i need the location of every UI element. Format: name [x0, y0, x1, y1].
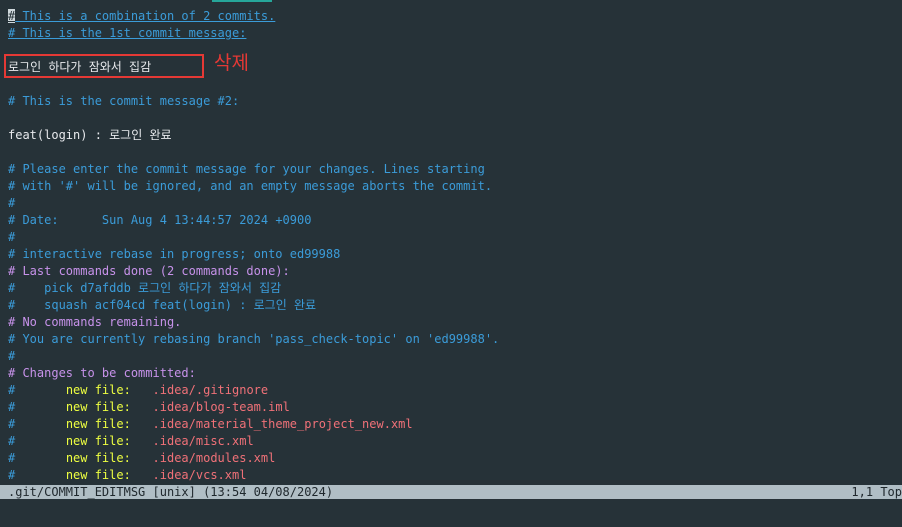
changed-file-line: # new file: .idea/misc.xml	[8, 434, 254, 448]
editor-line: # pick d7afddb 로그인 하다가 잠와서 집감	[8, 281, 282, 295]
editor-line: # No commands remaining.	[8, 315, 182, 329]
editor-line: # You are currently rebasing branch 'pas…	[8, 332, 500, 346]
editor-line: # Changes to be committed:	[8, 366, 196, 380]
editor-line: # This is the 1st commit message:	[8, 26, 247, 40]
editor-line: #	[8, 349, 16, 363]
editor-line: # interactive rebase in progress; onto e…	[8, 247, 341, 261]
editor-line: # squash acf04cd feat(login) : 로그인 완료	[8, 298, 317, 312]
delete-annotation-label: 삭제	[214, 52, 249, 74]
changed-file-line: # new file: .idea/material_theme_project…	[8, 417, 413, 431]
status-file-info: .git/COMMIT_EDITMSG [unix] (13:54 04/08/…	[8, 485, 334, 499]
editor-line: # with '#' will be ignored, and an empty…	[8, 179, 493, 193]
changed-file-line: # new file: .idea/blog-team.iml	[8, 400, 290, 414]
status-cursor-position: 1,1 Top	[851, 485, 902, 499]
editor-line: #	[8, 230, 16, 244]
delete-annotation-box	[4, 54, 204, 78]
status-bar: .git/COMMIT_EDITMSG [unix] (13:54 04/08/…	[0, 485, 902, 499]
editor-line: # Please enter the commit message for yo…	[8, 162, 485, 176]
changed-file-line: # new file: .idea/vcs.xml	[8, 468, 247, 482]
editor-line: # Last commands done (2 commands done):	[8, 264, 290, 278]
editor-line: #	[8, 196, 16, 210]
editor-line: # This is a combination of 2 commits.	[8, 9, 276, 23]
editor-line: # This is the commit message #2:	[8, 94, 240, 108]
commit-message-2: feat(login) : 로그인 완료	[8, 128, 172, 142]
changed-file-line: # new file: .idea/.gitignore	[8, 383, 269, 397]
editor-line: # Date: Sun Aug 4 13:44:57 2024 +0900	[8, 213, 312, 227]
changed-file-line: # new file: .idea/modules.xml	[8, 451, 276, 465]
